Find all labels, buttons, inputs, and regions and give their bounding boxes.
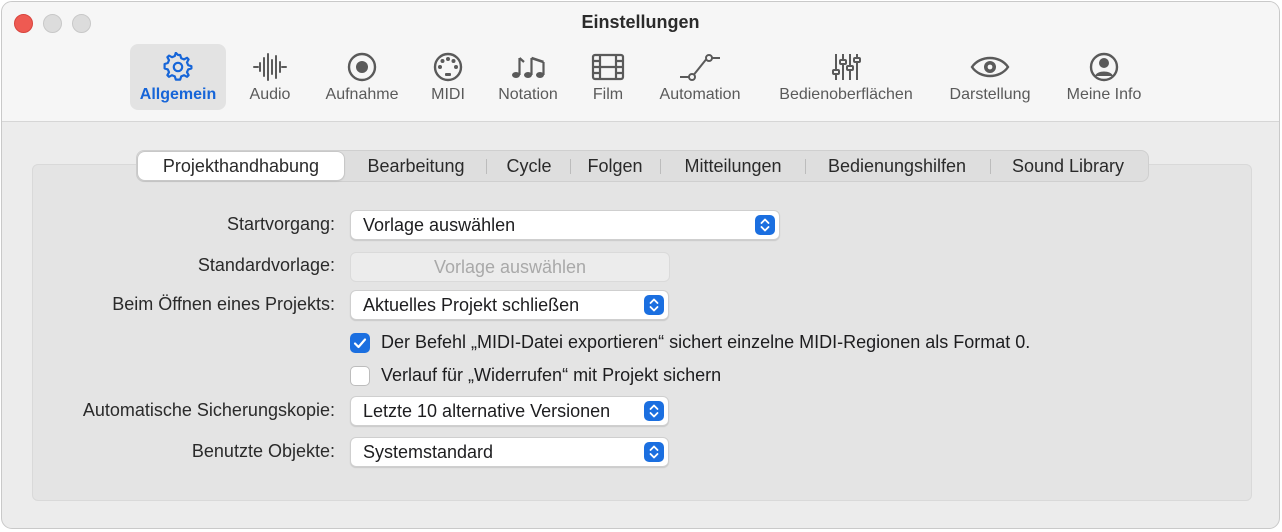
auto-backup-value: Letzte 10 alternative Versionen xyxy=(363,401,611,421)
eye-icon xyxy=(970,56,1010,78)
toolbar-item-audio[interactable]: Audio xyxy=(238,44,302,110)
toolbar-item-darstellung[interactable]: Darstellung xyxy=(940,44,1040,110)
midi-export-label: Der Befehl „MIDI-Datei exportieren“ sich… xyxy=(381,332,1031,352)
used-items-popup[interactable]: Systemstandard xyxy=(350,437,669,467)
record-icon xyxy=(347,52,377,82)
toolbar-label: Allgemein xyxy=(139,86,217,103)
toolbar-label: MIDI xyxy=(431,86,465,103)
toolbar-item-film[interactable]: Film xyxy=(580,44,636,110)
tab-folgen[interactable]: Folgen xyxy=(573,151,657,181)
startvorgang-value: Vorlage auswählen xyxy=(363,215,516,235)
undo-history-checkbox[interactable] xyxy=(350,366,370,386)
toolbar-label: Darstellung xyxy=(949,86,1031,103)
toolbar-item-bedienoberflaechen[interactable]: Bedienoberflächen xyxy=(768,44,924,110)
music-notes-icon xyxy=(512,56,545,78)
toolbar-label: Automation xyxy=(659,86,741,103)
tab-mitteilungen[interactable]: Mitteilungen xyxy=(663,151,803,181)
chevron-updown-icon xyxy=(644,401,664,421)
film-strip-icon xyxy=(591,53,625,81)
tab-sound-library[interactable]: Sound Library xyxy=(993,151,1143,181)
used-items-value: Systemstandard xyxy=(363,442,494,462)
toolbar-item-automation[interactable]: Automation xyxy=(650,44,750,110)
auto-backup-popup[interactable]: Letzte 10 alternative Versionen xyxy=(350,396,669,426)
checkmark-icon xyxy=(353,338,367,349)
midi-port-icon xyxy=(433,52,463,82)
chevron-updown-icon xyxy=(644,442,664,462)
tab-bar: Projekthandhabung Bearbeitung Cycle Folg… xyxy=(136,150,1149,182)
vorlage-auswaehlen-button[interactable]: Vorlage auswählen xyxy=(350,252,670,282)
titlebar: Einstellungen Allgemein Audio Aufnahme M… xyxy=(2,2,1279,122)
oeffnen-label: Beim Öffnen eines Projekts: xyxy=(112,294,335,314)
sliders-icon xyxy=(832,54,861,80)
oeffnen-value: Aktuelles Projekt schließen xyxy=(363,295,580,315)
tab-divider xyxy=(570,159,571,174)
tab-divider xyxy=(990,159,991,174)
tab-cycle[interactable]: Cycle xyxy=(489,151,569,181)
tab-projekthandhabung[interactable]: Projekthandhabung xyxy=(138,152,344,180)
toolbar-label: Meine Info xyxy=(1066,86,1142,103)
gear-icon xyxy=(163,52,193,81)
toolbar-label: Notation xyxy=(498,86,558,103)
person-circle-icon xyxy=(1089,52,1119,82)
tab-divider xyxy=(805,159,806,174)
toolbar-item-meine-info[interactable]: Meine Info xyxy=(1058,44,1150,110)
toolbar-item-notation[interactable]: Notation xyxy=(488,44,568,110)
preferences-window: Einstellungen Allgemein Audio Aufnahme M… xyxy=(1,1,1280,529)
toolbar-label: Aufnahme xyxy=(325,86,399,103)
tab-bearbeitung[interactable]: Bearbeitung xyxy=(349,151,483,181)
midi-export-checkbox[interactable] xyxy=(350,333,370,353)
startvorgang-popup[interactable]: Vorlage auswählen xyxy=(350,210,780,240)
startvorgang-label: Startvorgang: xyxy=(226,214,335,234)
tab-bedienungshilfen[interactable]: Bedienungshilfen xyxy=(807,151,987,181)
chevron-updown-icon xyxy=(755,215,775,235)
tab-divider xyxy=(660,159,661,174)
toolbar-label: Bedienoberflächen xyxy=(779,86,913,103)
used-items-label: Benutzte Objekte: xyxy=(191,441,335,461)
chevron-updown-icon xyxy=(644,295,664,315)
toolbar-item-aufnahme[interactable]: Aufnahme xyxy=(318,44,406,110)
toolbar-label: Film xyxy=(592,86,624,103)
toolbar-item-allgemein[interactable]: Allgemein xyxy=(130,44,226,110)
automation-curve-icon xyxy=(680,54,720,81)
oeffnen-popup[interactable]: Aktuelles Projekt schließen xyxy=(350,290,669,320)
waveform-icon xyxy=(253,53,287,81)
auto-backup-label: Automatische Sicherungskopie: xyxy=(82,400,335,420)
toolbar-item-midi[interactable]: MIDI xyxy=(420,44,476,110)
window-title: Einstellungen xyxy=(581,12,700,32)
tab-divider xyxy=(486,159,487,174)
toolbar-label: Audio xyxy=(249,86,291,103)
undo-history-label: Verlauf für „Widerrufen“ mit Projekt sic… xyxy=(381,365,722,385)
standardvorlage-label: Standardvorlage: xyxy=(197,255,335,275)
